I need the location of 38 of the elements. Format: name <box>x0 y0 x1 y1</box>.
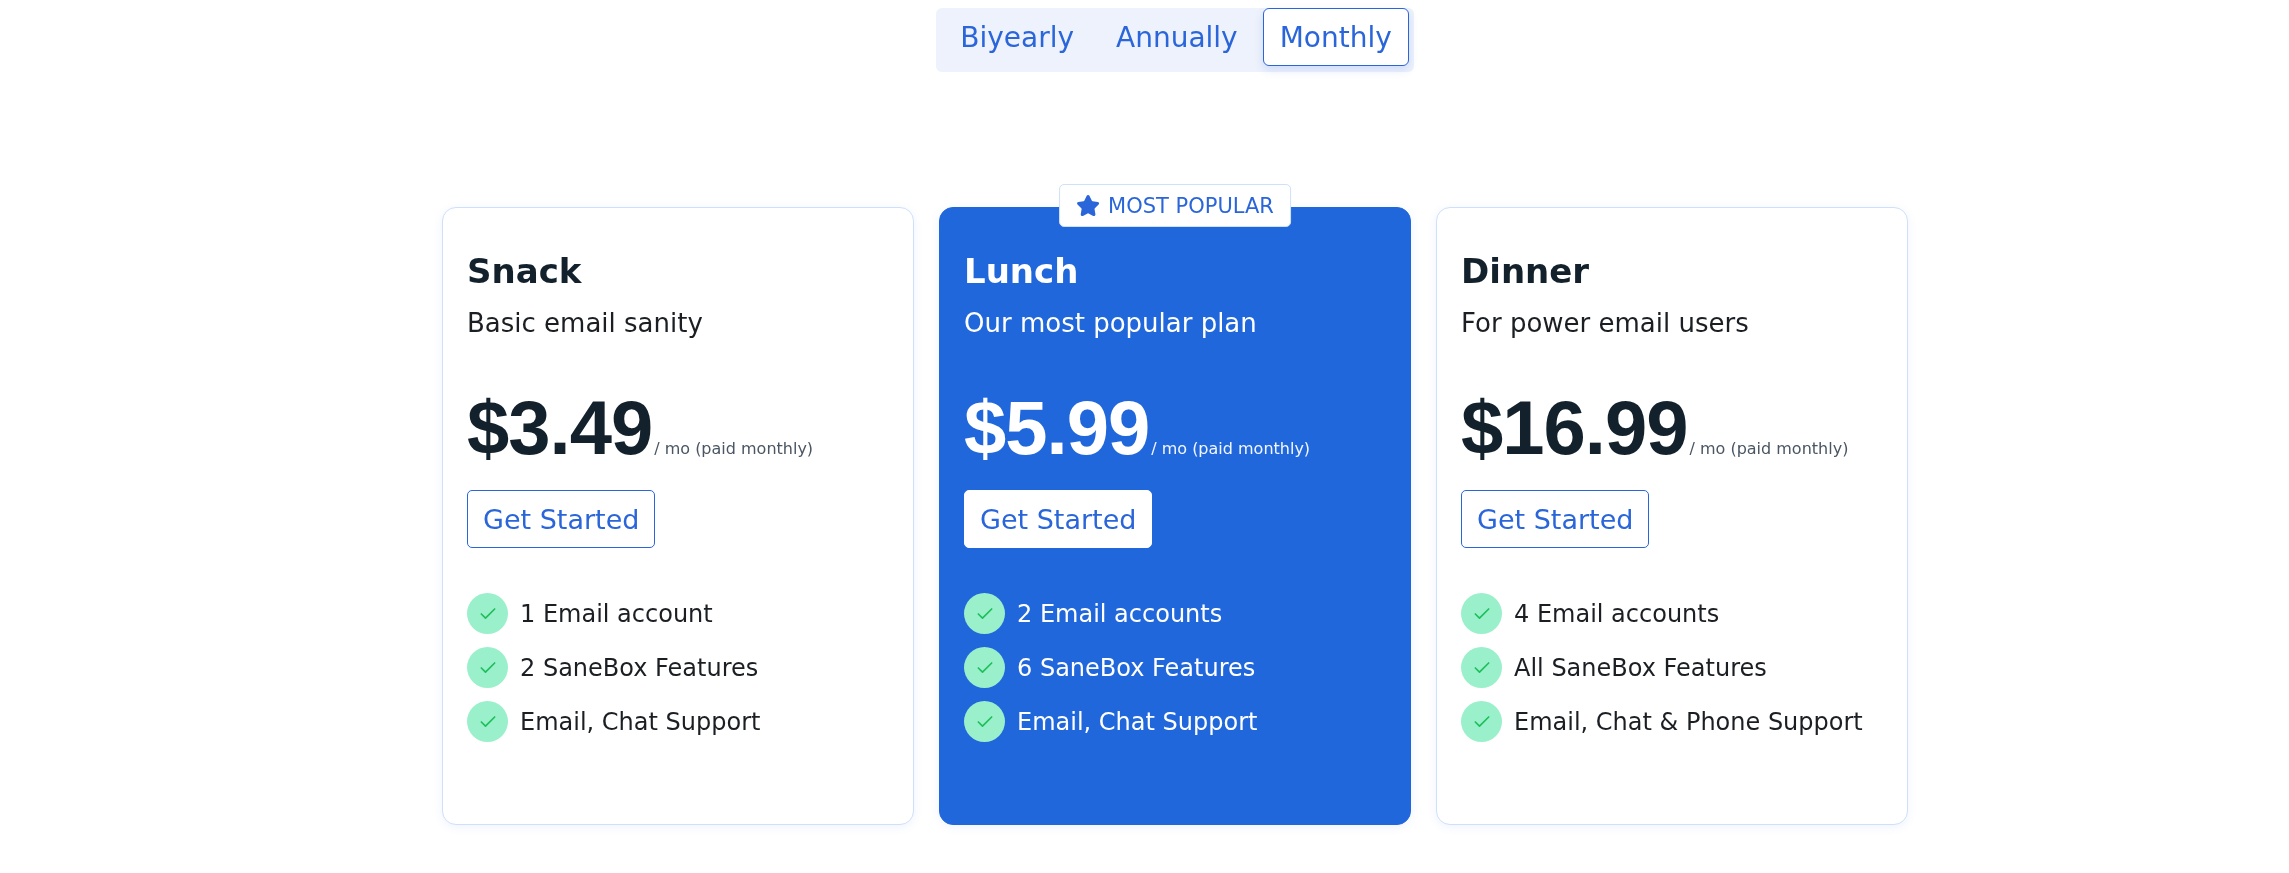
check-icon <box>1461 647 1502 688</box>
price-period: / mo (paid monthly) <box>654 439 814 459</box>
feature-text: 2 Email accounts <box>1017 598 1223 629</box>
plan-price: $3.49 <box>467 390 653 466</box>
feature-text: 2 SaneBox Features <box>520 652 759 683</box>
feature-text: Email, Chat Support <box>520 706 761 737</box>
feature-text: Email, Chat & Phone Support <box>1514 706 1863 737</box>
check-icon <box>1461 593 1502 634</box>
get-started-button[interactable]: Get Started <box>467 490 656 548</box>
plan-tagline: For power email users <box>1461 307 1749 339</box>
check-icon <box>467 701 508 742</box>
check-icon <box>964 593 1005 634</box>
price-period: / mo (paid monthly) <box>1689 439 1849 459</box>
plan-name: Snack <box>467 250 582 292</box>
get-started-button[interactable]: Get Started <box>1461 490 1650 548</box>
plan-name: Dinner <box>1461 250 1590 292</box>
check-icon <box>964 647 1005 688</box>
get-started-button[interactable]: Get Started <box>964 490 1153 548</box>
feature-text: 6 SaneBox Features <box>1017 652 1256 683</box>
plan-tagline: Basic email sanity <box>467 307 703 339</box>
period-tab[interactable]: Biyearly <box>943 8 1091 66</box>
check-icon <box>964 701 1005 742</box>
check-icon <box>1461 701 1502 742</box>
price-period: / mo (paid monthly) <box>1151 439 1311 459</box>
feature-text: 4 Email accounts <box>1514 598 1720 629</box>
plan-price: $5.99 <box>964 390 1150 466</box>
feature-text: All SaneBox Features <box>1514 652 1767 683</box>
period-tab[interactable]: Monthly <box>1262 8 1409 66</box>
badge-label: MOST POPULAR <box>1108 192 1274 219</box>
feature-text: 1 Email account <box>520 598 713 629</box>
check-icon <box>467 593 508 634</box>
check-icon <box>467 647 508 688</box>
plan-tagline: Our most popular plan <box>964 307 1257 339</box>
plan-name: Lunch <box>964 250 1079 292</box>
star-icon <box>1076 193 1101 218</box>
plan-price: $16.99 <box>1461 390 1688 466</box>
period-tab[interactable]: Annually <box>1099 8 1255 66</box>
feature-text: Email, Chat Support <box>1017 706 1258 737</box>
